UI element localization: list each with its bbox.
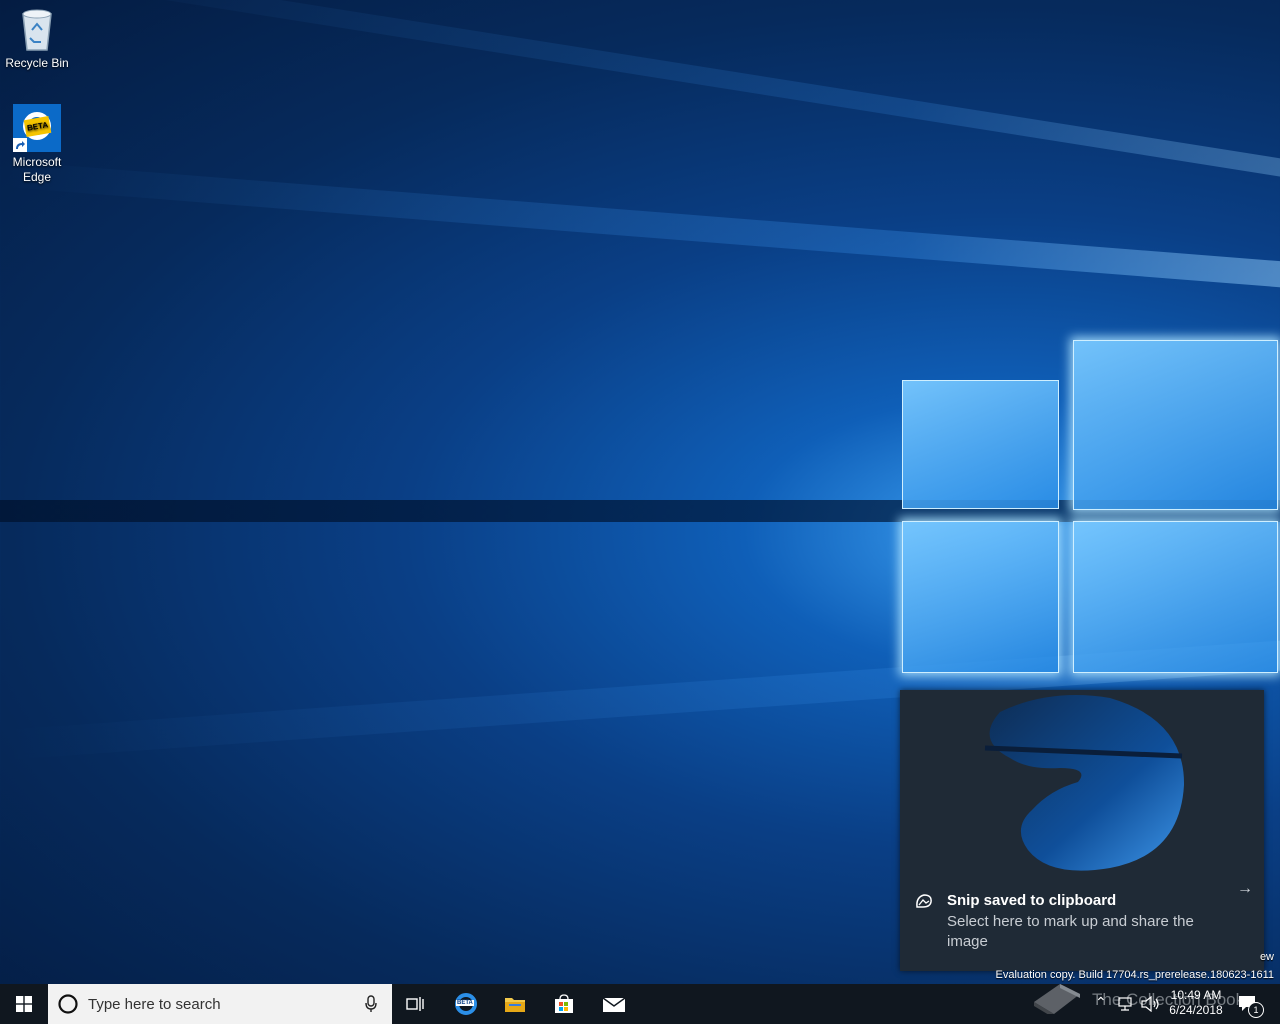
logo-pane-top-right [1073, 340, 1278, 510]
cortana-circle-icon [58, 994, 78, 1014]
edge-beta-icon: BETA [455, 993, 477, 1015]
snip-toast-notification[interactable]: Snip saved to clipboard Select here to m… [900, 690, 1264, 971]
search-box[interactable]: Type here to search [48, 984, 392, 1024]
logo-pane-bottom-right [1073, 521, 1278, 673]
toast-title: Snip saved to clipboard [947, 892, 1117, 909]
clock-time: 10:49 AM [1170, 988, 1222, 1002]
watermark-line-1: ew [1259, 951, 1274, 963]
taskbar-edge-beta[interactable]: BETA [442, 984, 490, 1024]
clock-date: 6/24/2018 [1169, 1003, 1223, 1017]
task-view-icon [406, 997, 424, 1011]
taskbar-store[interactable] [540, 984, 588, 1024]
snip-sketch-icon [916, 894, 932, 908]
wallpaper-beam [2, 160, 1280, 288]
desktop-icon-recycle-bin[interactable]: Recycle Bin [0, 6, 74, 71]
volume-icon[interactable] [1141, 996, 1161, 1012]
chevron-up-icon[interactable]: ⌃ [1095, 994, 1107, 1011]
notification-count-badge: 1 [1248, 1002, 1264, 1018]
shortcut-arrow-icon [13, 138, 27, 152]
desktop-icon-microsoft-edge[interactable]: BETA Microsoft Edge [0, 104, 74, 185]
search-placeholder: Type here to search [88, 996, 221, 1013]
clock[interactable]: 10:49 AM 6/24/2018 [1164, 988, 1228, 1018]
taskbar-mail[interactable] [590, 984, 638, 1024]
store-bag-icon [555, 994, 573, 1013]
recycle-bin-icon [22, 9, 52, 51]
toast-body: Select here to mark up and share the ima… [947, 913, 1194, 950]
book-icon [1034, 984, 1080, 1014]
logo-pane-bottom-left [902, 521, 1059, 673]
logo-pane-top-left [902, 380, 1059, 509]
desktop-icon-label: Edge [22, 170, 52, 184]
microphone-icon[interactable] [365, 995, 377, 1013]
snip-preview-image [984, 695, 1185, 871]
edge-beta-icon: BETA [13, 104, 61, 152]
folder-icon [505, 998, 525, 1012]
arrow-right-icon[interactable]: → [1237, 880, 1253, 898]
task-view-button[interactable] [392, 984, 440, 1024]
network-icon[interactable] [1117, 996, 1135, 1012]
windows-logo-icon [16, 996, 32, 1012]
start-button[interactable] [0, 984, 48, 1024]
desktop-icon-label: Microsoft [12, 155, 62, 169]
mail-icon [602, 997, 626, 1012]
taskbar: Type here to search BETA The Collection … [0, 984, 1280, 1024]
desktop-icon-label: Recycle Bin [5, 56, 69, 70]
action-center-button[interactable]: 1 [1236, 992, 1264, 1018]
taskbar-file-explorer[interactable] [491, 984, 539, 1024]
wallpaper-beam [14, 0, 1280, 178]
